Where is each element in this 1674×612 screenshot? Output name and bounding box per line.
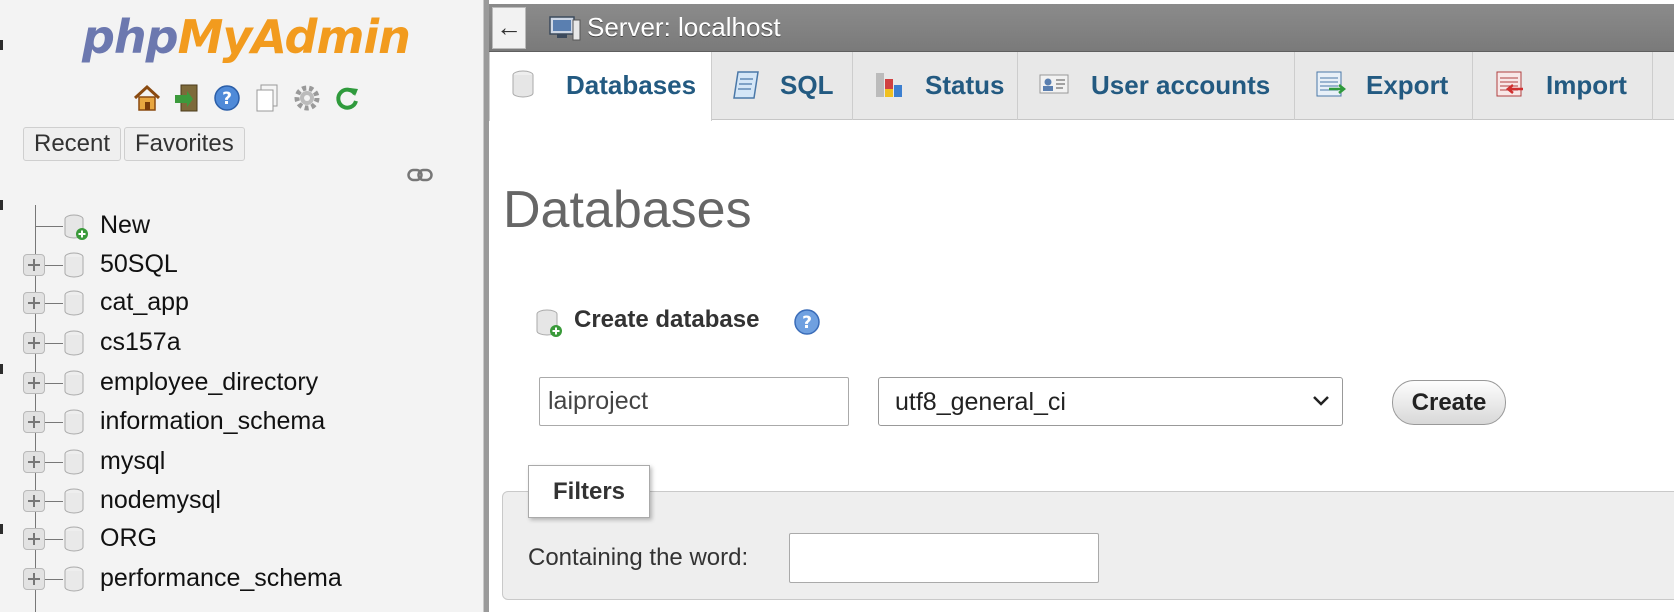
collation-select[interactable]: utf8_general_ci: [878, 377, 1343, 426]
tab-label: Import: [1546, 70, 1627, 100]
export-icon: [1315, 69, 1347, 106]
filters-legend: Filters: [528, 465, 650, 518]
expand-icon[interactable]: [23, 568, 45, 590]
tree-item-label: ORG: [100, 524, 157, 552]
tree-item-label: cs157a: [100, 328, 181, 356]
tab-label: User accounts: [1091, 70, 1271, 100]
database-name-input[interactable]: [539, 377, 849, 426]
svg-text:?: ?: [222, 89, 232, 109]
chevron-down-icon: [1313, 396, 1329, 406]
expand-icon[interactable]: [23, 451, 45, 473]
tab-label: Export: [1366, 70, 1449, 100]
main-tab-bar: Databases SQL Status User accounts Expor…: [489, 52, 1674, 121]
tab-databases[interactable]: Databases: [489, 52, 712, 121]
tree-item-database[interactable]: nodemysql: [0, 480, 483, 520]
reload-icon[interactable]: [331, 82, 363, 114]
tree-item-label: New: [100, 211, 151, 239]
logout-icon[interactable]: [171, 82, 203, 114]
database-icon: [63, 488, 85, 519]
expand-icon[interactable]: [23, 292, 45, 314]
filter-label: Containing the word:: [528, 544, 749, 571]
tab-status[interactable]: Status: [853, 52, 1018, 120]
user-accounts-icon: [1038, 69, 1070, 106]
collapse-nav-button[interactable]: ←: [492, 7, 526, 49]
phpmyadmin-logo[interactable]: phpMyAdmin: [82, 10, 411, 64]
expand-icon[interactable]: [23, 528, 45, 550]
tab-label: SQL: [780, 70, 834, 100]
tree-item-label: information_schema: [100, 407, 326, 435]
server-breadcrumb-bar: ← Server: localhost: [489, 4, 1674, 52]
import-icon: [1493, 69, 1525, 106]
nav-icon-bar: ?: [131, 82, 363, 114]
server-icon: [549, 14, 581, 47]
tab-label: Status: [925, 70, 1005, 100]
tree-item-label: performance_schema: [100, 564, 342, 592]
window-edge: [0, 524, 3, 534]
tree-item-database[interactable]: mysql: [0, 441, 483, 481]
collation-selected-value: utf8_general_ci: [895, 388, 1066, 416]
create-button[interactable]: Create: [1392, 380, 1506, 425]
docs-icon[interactable]: [251, 82, 283, 114]
home-icon[interactable]: [131, 82, 163, 114]
expand-icon[interactable]: [23, 254, 45, 276]
database-icon: [63, 252, 85, 283]
settings-icon[interactable]: [291, 82, 323, 114]
database-icon: [63, 409, 85, 440]
help-icon[interactable]: ?: [211, 82, 243, 114]
favorites-button[interactable]: Favorites: [124, 127, 245, 161]
tree-item-label: 50SQL: [100, 250, 178, 278]
navigation-panel: phpMyAdmin ? Recent Favorites New 50SQL …: [0, 0, 483, 612]
new-database-icon: [63, 213, 89, 246]
create-database-heading: Create database: [574, 306, 760, 333]
status-icon: [873, 69, 905, 108]
expand-icon[interactable]: [23, 372, 45, 394]
expand-icon[interactable]: [23, 490, 45, 512]
tab-import[interactable]: Import: [1473, 52, 1653, 120]
recent-button[interactable]: Recent: [23, 127, 122, 161]
database-icon: [63, 449, 85, 480]
filter-word-input[interactable]: [789, 533, 1099, 583]
tree-item-database[interactable]: employee_directory: [0, 362, 483, 402]
database-icon: [63, 566, 85, 597]
tree-item-database[interactable]: 50SQL: [0, 244, 483, 284]
tree-item-label: employee_directory: [100, 368, 319, 396]
tree-item-label: mysql: [100, 447, 166, 475]
tree-item-label: nodemysql: [100, 486, 221, 514]
tab-export[interactable]: Export: [1295, 52, 1473, 120]
tree-item-database[interactable]: performance_schema: [0, 558, 483, 598]
server-label[interactable]: Server: localhost: [587, 12, 781, 43]
database-icon: [63, 290, 85, 321]
window-edge: [0, 364, 3, 374]
database-icon: [510, 69, 536, 106]
tree-item-database[interactable]: cat_app: [0, 282, 483, 322]
tree-item-label: cat_app: [100, 288, 189, 316]
link-icon[interactable]: [407, 168, 433, 187]
expand-icon[interactable]: [23, 332, 45, 354]
tab-user-accounts[interactable]: User accounts: [1018, 52, 1295, 120]
tree-item-new[interactable]: New: [0, 205, 483, 245]
database-icon: [63, 526, 85, 557]
window-edge: [0, 40, 3, 50]
tree-item-database[interactable]: information_schema: [0, 401, 483, 441]
svg-text:?: ?: [802, 313, 812, 333]
expand-icon[interactable]: [23, 411, 45, 433]
sql-icon: [732, 69, 762, 108]
create-database-icon: [535, 308, 563, 343]
tree-item-database[interactable]: ORG: [0, 518, 483, 558]
database-icon: [63, 330, 85, 361]
database-icon: [63, 370, 85, 401]
tree-item-database[interactable]: cs157a: [0, 322, 483, 362]
tab-label: Databases: [566, 70, 697, 100]
page-title: Databases: [503, 181, 752, 239]
help-icon[interactable]: ?: [793, 308, 821, 341]
window-edge: [0, 200, 3, 210]
tab-sql[interactable]: SQL: [712, 52, 853, 120]
